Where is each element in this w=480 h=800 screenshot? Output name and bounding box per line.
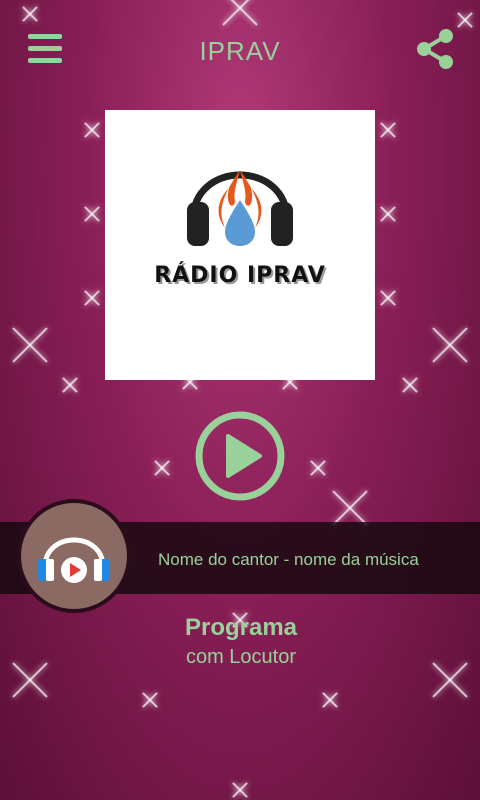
app-title: IPRAV	[199, 36, 281, 66]
play-icon	[195, 411, 285, 501]
logo-text: RÁDIO IPRAV	[154, 263, 326, 288]
headphones-icon	[38, 537, 110, 583]
headphones-flame-logo-icon	[187, 170, 293, 246]
station-logo: RÁDIO IPRAV	[105, 110, 375, 380]
now-playing-text: Nome do cantor - nome da música	[158, 550, 419, 569]
share-icon[interactable]	[416, 28, 454, 70]
now-playing-avatar	[17, 499, 131, 613]
program-host: com Locutor	[185, 646, 297, 668]
app-header: IPRAV	[0, 0, 480, 96]
play-button[interactable]	[194, 410, 286, 502]
program-name: Programa	[184, 614, 298, 641]
